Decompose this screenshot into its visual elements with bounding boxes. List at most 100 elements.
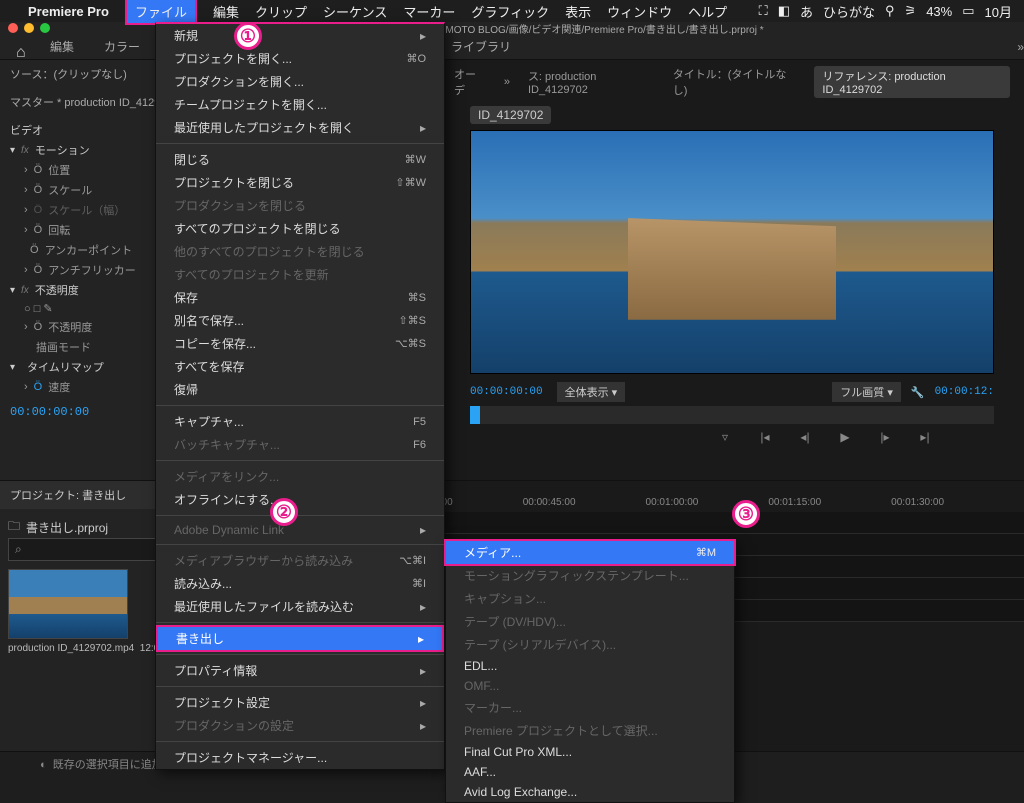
mi-export[interactable]: 書き出し▸ xyxy=(156,625,444,652)
ime-icon[interactable]: あ xyxy=(800,2,813,21)
mi-open-team[interactable]: チームプロジェクトを開く... xyxy=(156,93,444,116)
mi-open-production[interactable]: プロダクションを開く... xyxy=(156,70,444,93)
blend-mode-prop[interactable]: 描画モード xyxy=(10,337,169,357)
program-scrubber[interactable] xyxy=(470,406,994,424)
anchor-prop[interactable]: Öアンカーポイント xyxy=(10,240,169,260)
mi-export-edl[interactable]: EDL... xyxy=(446,656,734,676)
program-timecode[interactable]: 00:00:00:00 xyxy=(470,386,543,398)
tab-title[interactable]: タイトル：(タイトルなし) xyxy=(673,66,797,98)
mi-export-media[interactable]: メディア...⌘M xyxy=(444,539,736,566)
mi-save-copy[interactable]: コピーを保存...⌥⌘S xyxy=(156,332,444,355)
go-in-icon[interactable]: |◂ xyxy=(756,430,774,444)
mi-save-all[interactable]: すべてを保存 xyxy=(156,355,444,378)
wifi-icon[interactable]: ⚞ xyxy=(905,3,917,19)
maximize-window-icon[interactable] xyxy=(40,23,50,33)
clip-thumbnail[interactable] xyxy=(8,569,128,639)
menu-window[interactable]: ウィンドウ xyxy=(607,2,672,21)
mi-open-recent[interactable]: 最近使用したプロジェクトを開く▸ xyxy=(156,116,444,139)
mi-save[interactable]: 保存⌘S xyxy=(156,286,444,309)
zoom-fit-select[interactable]: 全体表示 ▾ xyxy=(557,382,626,402)
sequence-tab[interactable]: ID_4129702 xyxy=(470,106,551,124)
menu-graphics[interactable]: グラフィック xyxy=(471,2,549,21)
app-name[interactable]: Premiere Pro xyxy=(28,4,109,19)
program-monitor-viewport[interactable] xyxy=(470,130,994,374)
mi-close-production: プロダクションを閉じる xyxy=(156,194,444,217)
home-icon[interactable]: ⌂ xyxy=(16,44,26,62)
tab-source[interactable]: ス: production ID_4129702 xyxy=(528,68,655,96)
scale-width-prop[interactable]: ›Öスケール（幅） xyxy=(10,200,169,220)
effect-controls-timecode[interactable]: 00:00:00:00 xyxy=(0,401,179,423)
battery-icon[interactable]: ▭ xyxy=(962,3,974,19)
menu-marker[interactable]: マーカー xyxy=(403,2,455,21)
menu-file[interactable]: ファイル xyxy=(125,0,197,25)
bin-icon[interactable]: 🗀 xyxy=(8,517,20,538)
menu-help[interactable]: ヘルプ xyxy=(688,2,727,21)
bluetooth-icon[interactable]: ⚲ xyxy=(885,3,895,19)
mi-export-aaf[interactable]: AAF... xyxy=(446,762,734,782)
source-panel-title[interactable]: ソース：(クリップなし) xyxy=(0,60,179,88)
overflow-icon[interactable]: » xyxy=(504,76,510,88)
mi-import-browser: メディアブラウザーから読み込み⌥⌘I xyxy=(156,549,444,572)
program-timecode-right[interactable]: 00:00:12: xyxy=(935,386,994,398)
mi-project-settings[interactable]: プロジェクト設定▸ xyxy=(156,691,444,714)
mi-link-media: メディアをリンク... xyxy=(156,465,444,488)
ime-label[interactable]: ひらがな xyxy=(823,2,875,21)
battery-pct: 43% xyxy=(926,4,952,19)
rotation-prop[interactable]: ›Ö回転 xyxy=(10,220,169,240)
play-icon[interactable]: ▶ xyxy=(836,430,854,444)
antiflicker-prop[interactable]: ›Öアンチフリッカー xyxy=(10,260,169,280)
go-out-icon[interactable]: ▸| xyxy=(916,430,934,444)
scale-prop[interactable]: ›Öスケール xyxy=(10,180,169,200)
cc-icon[interactable]: ◧ xyxy=(778,3,790,19)
tab-reference[interactable]: リファレンス: production ID_4129702 xyxy=(814,66,1010,98)
workspace-tab-bar: 編集 カラー エフェクト オーディオ グラフィック ライブラリ » xyxy=(0,34,1024,60)
settings-icon[interactable]: 🔧 xyxy=(911,386,925,399)
video-section: ビデオ xyxy=(10,120,169,140)
mi-dynamic-link[interactable]: Adobe Dynamic Link▸ xyxy=(156,520,444,540)
mi-open-project[interactable]: プロジェクトを開く...⌘O xyxy=(156,47,444,70)
mi-close-project[interactable]: プロジェクトを閉じる⇧⌘W xyxy=(156,171,444,194)
annotation-badge-1: ① xyxy=(234,22,262,50)
playhead-icon[interactable] xyxy=(470,406,480,424)
mi-offline[interactable]: オフラインにする... xyxy=(156,488,444,511)
mi-batch-capture: バッチキャプチャ...F6 xyxy=(156,433,444,456)
opacity-value-prop[interactable]: ›Ö不透明度 xyxy=(10,317,169,337)
menu-sequence[interactable]: シーケンス xyxy=(323,2,387,21)
minimize-window-icon[interactable] xyxy=(24,23,34,33)
mi-import-recent[interactable]: 最近使用したファイルを読み込む▸ xyxy=(156,595,444,618)
mi-properties[interactable]: プロパティ情報▸ xyxy=(156,659,444,682)
mi-export-avid[interactable]: Avid Log Exchange... xyxy=(446,782,734,802)
workspace-tab-library[interactable]: ライブラリ xyxy=(451,38,511,55)
timeremap-effect[interactable]: ▾タイムリマップ xyxy=(10,357,169,377)
menu-view[interactable]: 表示 xyxy=(565,2,591,21)
step-fwd-icon[interactable]: |▸ xyxy=(876,430,894,444)
clip-name[interactable]: production ID_4129702.mp4 xyxy=(8,643,134,654)
export-submenu: メディア...⌘M モーショングラフィックステンプレート... キャプション..… xyxy=(445,540,735,803)
mi-close[interactable]: 閉じる⌘W xyxy=(156,148,444,171)
mi-capture[interactable]: キャプチャ...F5 xyxy=(156,410,444,433)
motion-effect[interactable]: ▾fxモーション xyxy=(10,140,169,160)
workspace-overflow-icon[interactable]: » xyxy=(1017,40,1024,54)
opacity-masks[interactable]: ○ □ ✎ xyxy=(10,300,169,317)
mi-revert[interactable]: 復帰 xyxy=(156,378,444,401)
mi-close-all[interactable]: すべてのプロジェクトを閉じる xyxy=(156,217,444,240)
mi-import[interactable]: 読み込み...⌘I xyxy=(156,572,444,595)
cc-icon[interactable]: ◐ xyxy=(40,759,47,771)
quality-select[interactable]: フル画質 ▾ xyxy=(832,382,901,402)
close-window-icon[interactable] xyxy=(8,23,18,33)
mi-new[interactable]: 新規▸ xyxy=(156,24,444,47)
screen-icon[interactable]: ⛶ xyxy=(759,3,768,19)
mi-project-manager[interactable]: プロジェクトマネージャー... xyxy=(156,746,444,769)
step-back-icon[interactable]: ◂| xyxy=(796,430,814,444)
mi-save-as[interactable]: 別名で保存...⇧⌘S xyxy=(156,309,444,332)
workspace-tab-edit[interactable]: 編集 xyxy=(50,38,74,55)
add-marker-icon[interactable]: ▿ xyxy=(716,430,734,444)
position-prop[interactable]: ›Ö位置 xyxy=(10,160,169,180)
workspace-tab-color[interactable]: カラー xyxy=(104,38,140,55)
menu-edit[interactable]: 編集 xyxy=(213,2,239,21)
opacity-effect[interactable]: ▾fx不透明度 xyxy=(10,280,169,300)
menu-clip[interactable]: クリップ xyxy=(255,2,307,21)
tab-audio[interactable]: オーデ xyxy=(454,66,486,98)
speed-prop[interactable]: ›Ö速度 xyxy=(10,377,169,397)
mi-export-fcpxml[interactable]: Final Cut Pro XML... xyxy=(446,742,734,762)
